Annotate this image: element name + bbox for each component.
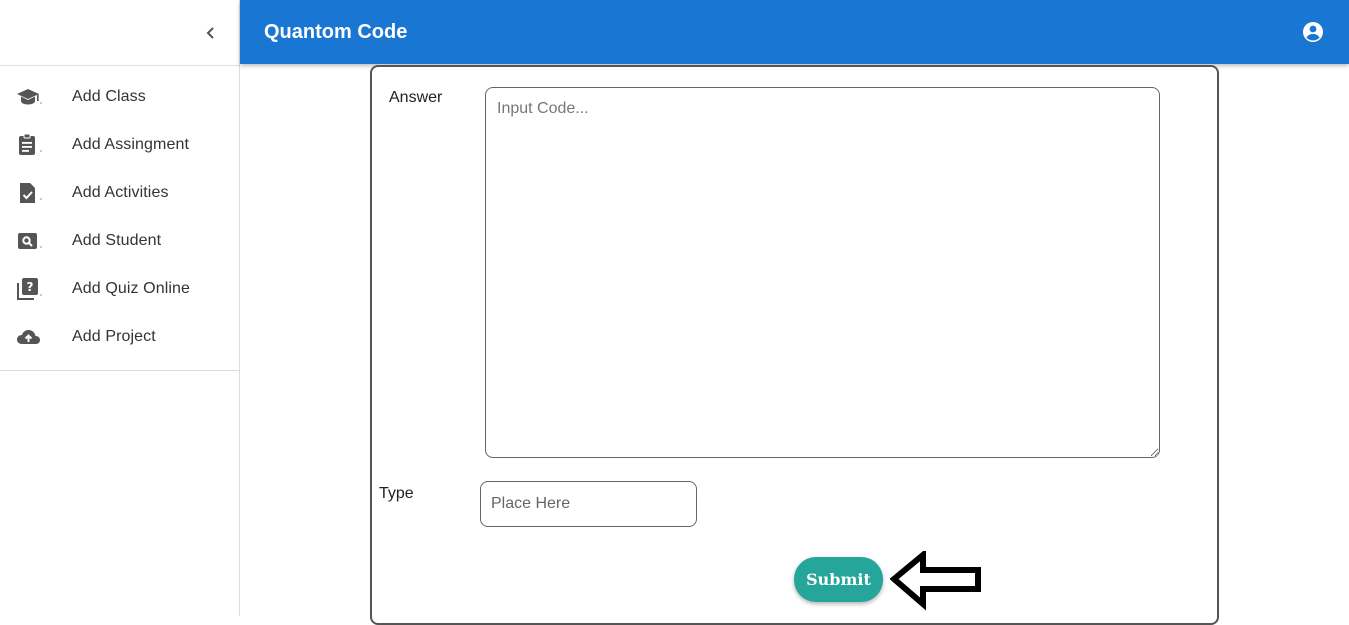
sidebar-item-label: Add Student — [72, 232, 162, 249]
svg-text:?: ? — [27, 280, 34, 294]
chevron-left-icon — [206, 27, 214, 39]
account-circle-icon — [1303, 22, 1323, 42]
type-input[interactable] — [480, 481, 697, 527]
collapse-sidebar-button[interactable] — [198, 20, 224, 46]
find-in-page-icon — [0, 228, 72, 254]
app-bar: Quantom Code — [240, 0, 1349, 64]
account-button[interactable] — [1301, 20, 1325, 44]
app-title: Quantom Code — [264, 20, 408, 43]
sidebar-item-add-quiz-online[interactable]: ? Add Quiz Online — [0, 265, 239, 313]
sidebar-item-add-project[interactable]: Add Project — [0, 313, 239, 361]
sidebar-item-add-activities[interactable]: Add Activities — [0, 169, 239, 217]
sidebar-item-label: Add Class — [72, 88, 146, 105]
school-icon — [0, 84, 72, 110]
submit-button[interactable]: Submit — [794, 557, 883, 602]
quiz-icon: ? — [0, 276, 72, 302]
sidebar-item-add-class[interactable]: Add Class — [0, 73, 239, 121]
sidebar-item-label: Add Quiz Online — [72, 280, 191, 297]
arrow-left-outline-icon — [890, 551, 981, 611]
sidebar-item-add-assignment[interactable]: Add Assingment — [0, 121, 239, 169]
cloud-upload-icon — [0, 324, 72, 350]
type-label: Type — [379, 485, 414, 502]
assignment-icon — [0, 132, 72, 158]
answer-form-card: Answer Type Submit — [370, 65, 1219, 625]
sidebar-item-label: Add Activities — [72, 184, 169, 201]
code-input[interactable] — [485, 87, 1160, 458]
sidebar-nav: Add Class Add Assingment Add Activities … — [0, 66, 239, 371]
sidebar: Add Class Add Assingment Add Activities … — [0, 0, 240, 616]
sidebar-item-label: Add Assingment — [72, 136, 190, 153]
answer-label: Answer — [389, 89, 443, 106]
sidebar-item-add-student[interactable]: Add Student — [0, 217, 239, 265]
sidebar-item-label: Add Project — [72, 328, 156, 345]
sidebar-header — [0, 0, 239, 66]
task-icon — [0, 180, 72, 206]
